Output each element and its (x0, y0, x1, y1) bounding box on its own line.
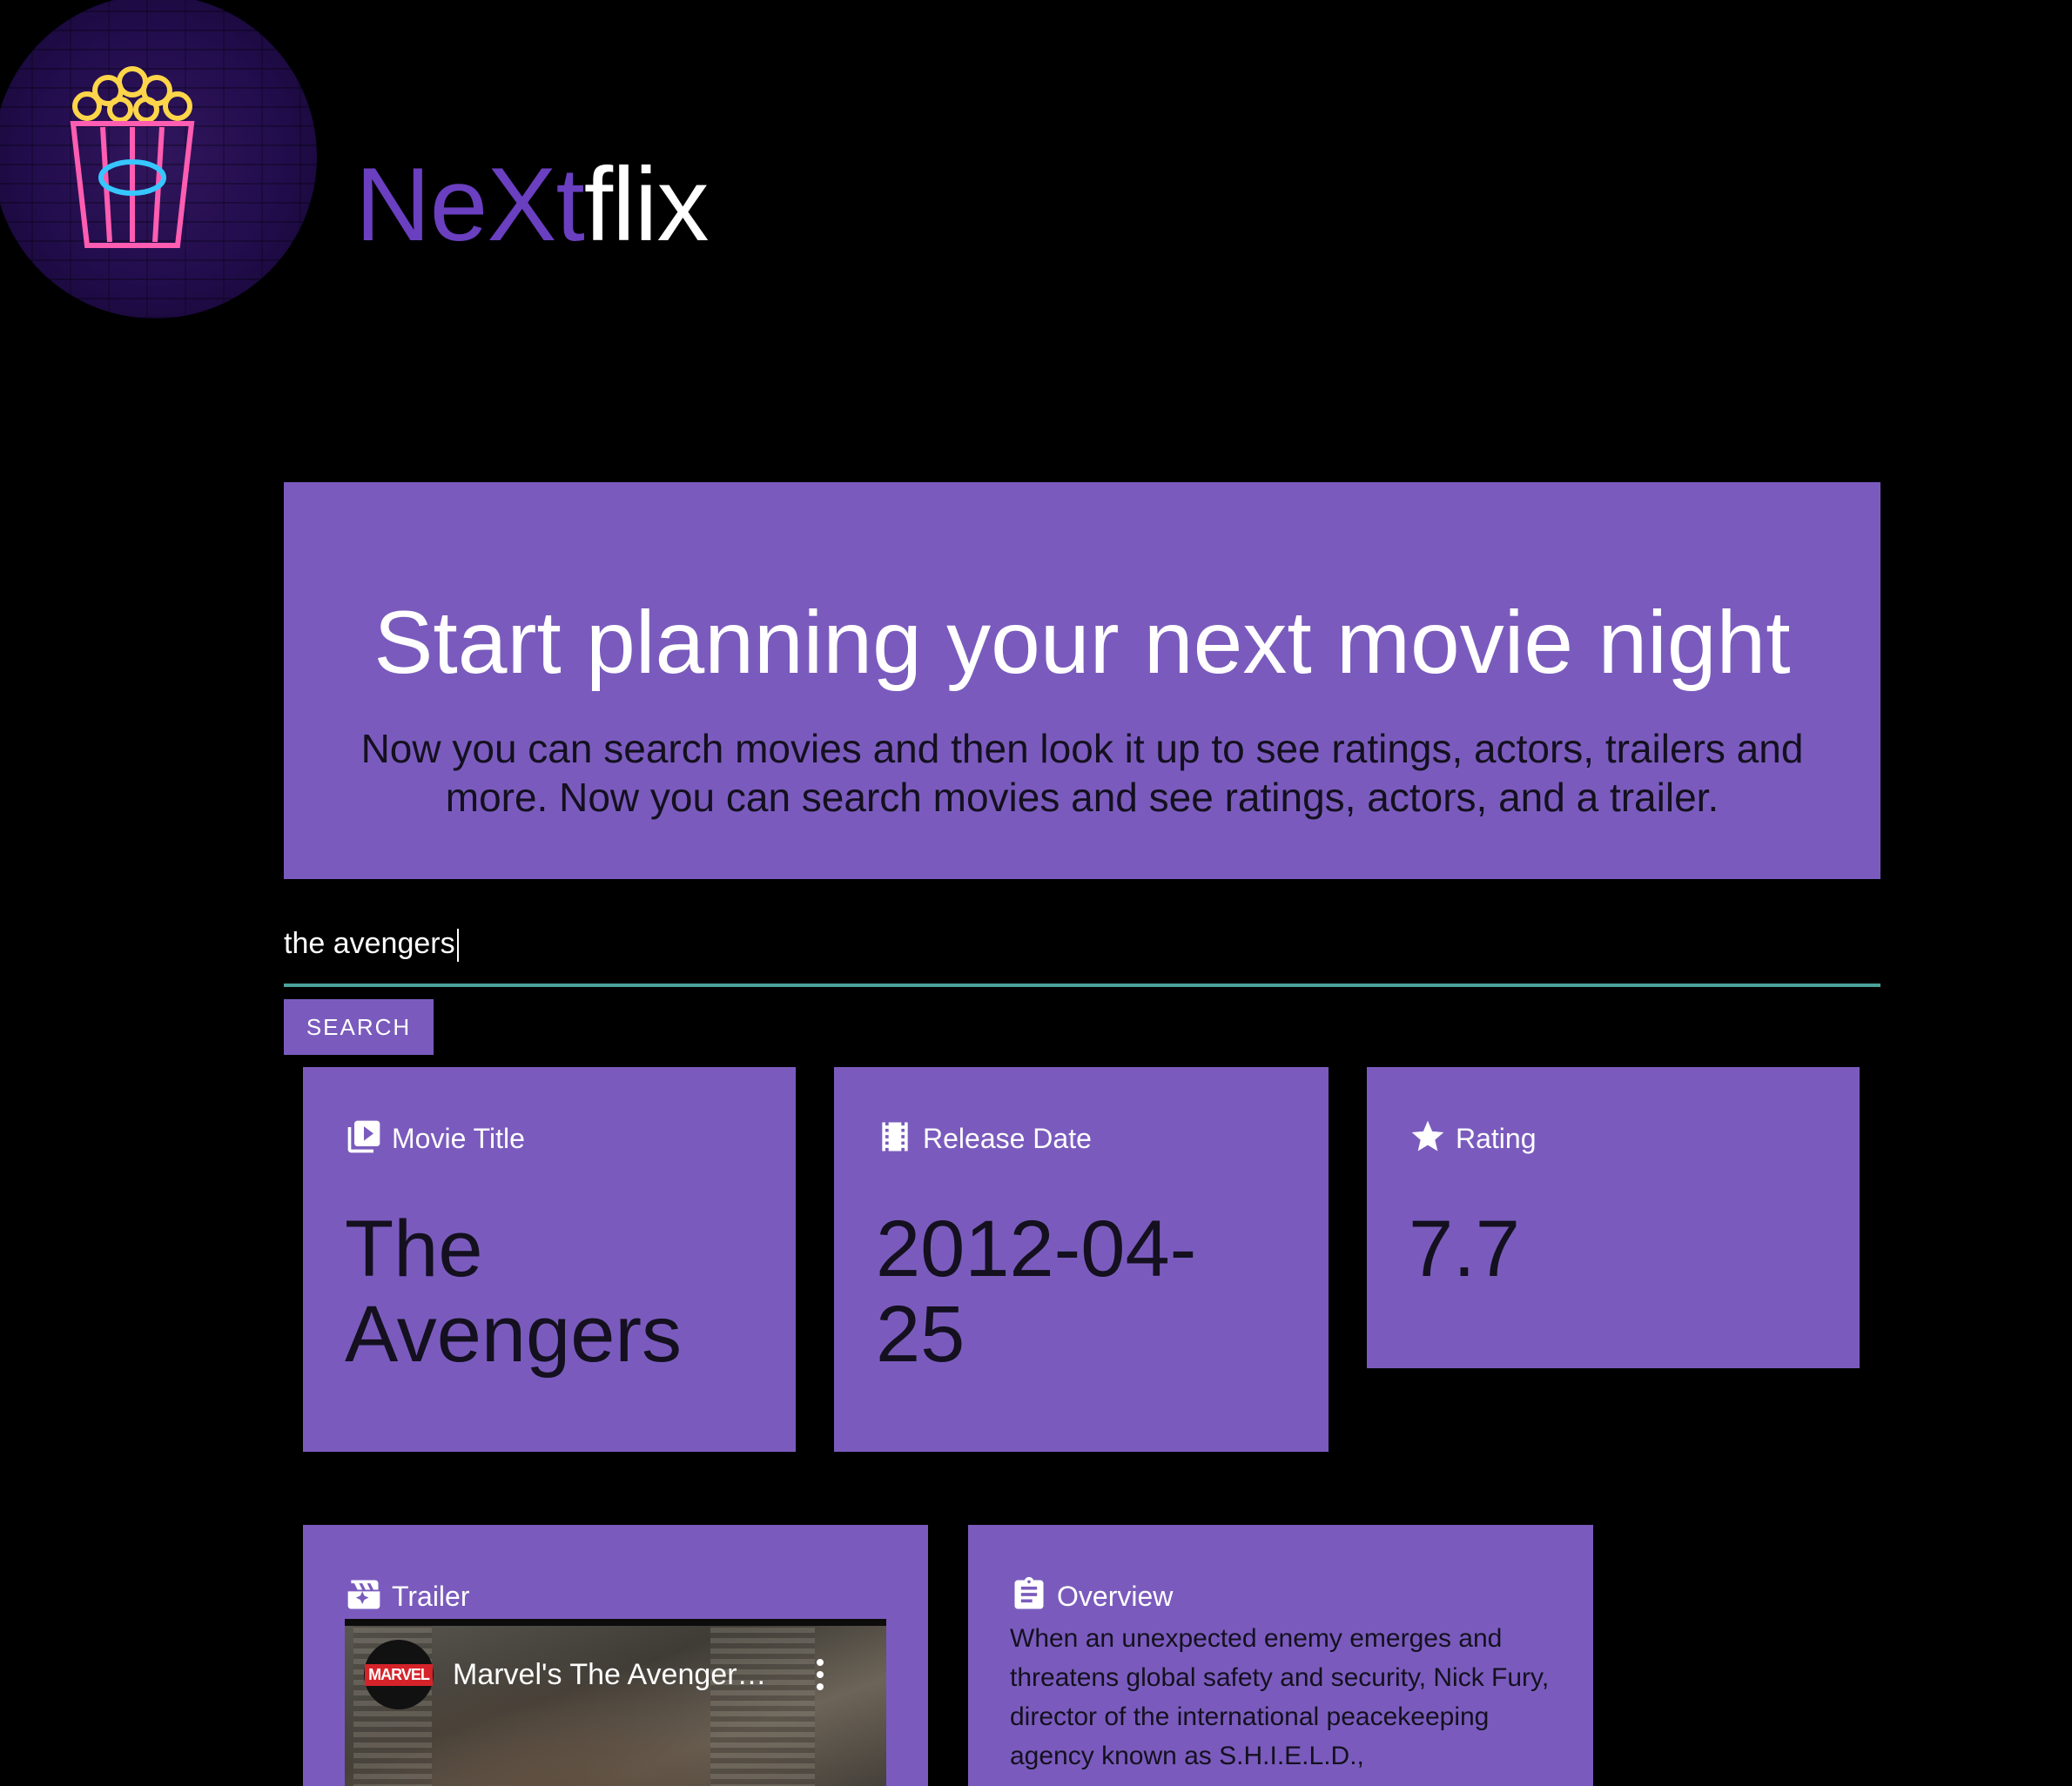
popcorn-logo[interactable] (0, 0, 317, 319)
film-strip-icon (876, 1118, 914, 1156)
card-header: Overview (1010, 1568, 1551, 1614)
overview-card: Overview When an unexpected enemy emerge… (968, 1525, 1593, 1786)
star-icon (1409, 1118, 1447, 1156)
card-label: Trailer (392, 1581, 470, 1612)
channel-avatar[interactable]: MARVEL (364, 1640, 434, 1709)
rating-value: 7.7 (1409, 1205, 1520, 1293)
release-date-value: 2012-04- 25 (876, 1206, 1287, 1377)
video-library-icon (345, 1118, 383, 1156)
page: NeXtflix Start planning your next movie … (0, 0, 2072, 1786)
movie-title-value: The Avengers (345, 1206, 754, 1377)
channel-logo: MARVEL (365, 1663, 433, 1686)
movie-title-line-1: The (345, 1205, 483, 1293)
brand-part-flix: flix (583, 146, 710, 263)
card-label: Movie Title (392, 1123, 525, 1154)
trailer-video-player[interactable]: MARVEL Marvel's The Avengers… (345, 1619, 886, 1786)
clipboard-icon (1010, 1575, 1048, 1614)
popcorn-icon (70, 66, 195, 248)
hero-description: Now you can search movies and then look … (360, 726, 1804, 820)
card-label: Rating (1456, 1123, 1537, 1154)
video-title[interactable]: Marvel's The Avengers… (453, 1657, 775, 1692)
search-input[interactable]: the avengers (284, 926, 459, 963)
search-button[interactable]: SEARCH (284, 999, 434, 1055)
hero-heading: Start planning your next movie night (373, 593, 1791, 692)
movie-clapper-icon (345, 1575, 383, 1614)
text-caret (456, 929, 459, 963)
thumbnail-building (710, 1626, 815, 1786)
card-header: Release Date (876, 1111, 1287, 1156)
rating-card: Rating 7.7 (1367, 1067, 1860, 1368)
card-header: Rating (1409, 1111, 1818, 1156)
overview-text: When an unexpected enemy emerges and thr… (1010, 1624, 1550, 1770)
brand-part-next: NeXt (355, 146, 585, 263)
trailer-card: Trailer MARVEL Marvel's The Avengers… (303, 1525, 928, 1786)
card-label: Release Date (923, 1123, 1092, 1154)
search-field[interactable]: the avengers (284, 914, 1880, 987)
video-title-text: Marvel's The Avengers (453, 1658, 752, 1691)
more-options-icon[interactable] (815, 1657, 825, 1692)
release-date-line-1: 2012-04- (876, 1205, 1197, 1293)
brand-logotype[interactable]: NeXtflix (355, 139, 710, 270)
release-date-card: Release Date 2012-04- 25 (834, 1067, 1329, 1452)
card-header: Movie Title (345, 1111, 754, 1156)
card-label: Overview (1057, 1581, 1174, 1612)
card-header: Trailer (345, 1568, 886, 1614)
search-input-value: the avengers (284, 927, 455, 960)
movie-title-card: Movie Title The Avengers (303, 1067, 796, 1452)
hero-banner: Start planning your next movie night Now… (284, 482, 1880, 879)
movie-title-line-2: Avengers (345, 1290, 683, 1379)
release-date-line-2: 25 (876, 1290, 965, 1379)
